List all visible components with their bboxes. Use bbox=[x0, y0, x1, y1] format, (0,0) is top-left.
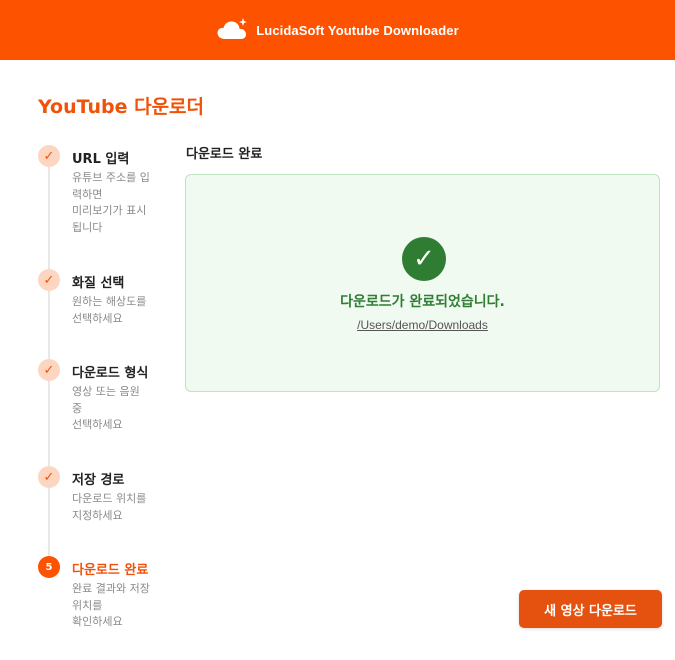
page-title: YouTube 다운로더 bbox=[38, 96, 205, 118]
success-message: 다운로드가 완료되었습니다. bbox=[340, 294, 505, 310]
app-window: LucidaSoft Youtube Downloader YouTube 다운… bbox=[0, 0, 675, 660]
download-path-link[interactable]: /Users/demo/Downloads bbox=[186, 318, 659, 332]
step-check-icon: ✓ bbox=[38, 359, 60, 381]
cloud-sparkle-icon bbox=[217, 18, 248, 39]
new-download-button[interactable]: 새 영상 다운로드 bbox=[519, 590, 662, 628]
step-label: 다운로드 형식 bbox=[72, 366, 149, 381]
step-description: 다운로드 위치를 지정하세요 bbox=[72, 492, 147, 522]
app-header: LucidaSoft Youtube Downloader bbox=[0, 0, 675, 60]
step-check-icon: ✓ bbox=[38, 466, 60, 488]
step-label: URL 입력 bbox=[72, 152, 130, 167]
section-title: 다운로드 완료 bbox=[186, 147, 263, 162]
step-label: 다운로드 완료 bbox=[72, 563, 149, 578]
step-description: 유튜브 주소를 입 력하면 미리보기가 표시 됩니다 bbox=[72, 171, 150, 234]
step-description: 원하는 해상도를 선택하세요 bbox=[72, 295, 147, 325]
download-result-panel: ✓ 다운로드가 완료되었습니다. /Users/demo/Downloads bbox=[185, 174, 660, 392]
step-label: 저장 경로 bbox=[72, 473, 125, 488]
step-description: 완료 결과와 저장 위치를 확인하세요 bbox=[72, 582, 150, 628]
step-label: 화질 선택 bbox=[72, 276, 125, 291]
success-check-icon: ✓ bbox=[402, 237, 446, 281]
app-title: LucidaSoft Youtube Downloader bbox=[256, 22, 459, 38]
step-check-icon: ✓ bbox=[38, 145, 60, 167]
step-check-icon: ✓ bbox=[38, 269, 60, 291]
step-description: 영상 또는 음원 중 선택하세요 bbox=[72, 385, 140, 431]
step-number-badge: 5 bbox=[38, 556, 60, 578]
